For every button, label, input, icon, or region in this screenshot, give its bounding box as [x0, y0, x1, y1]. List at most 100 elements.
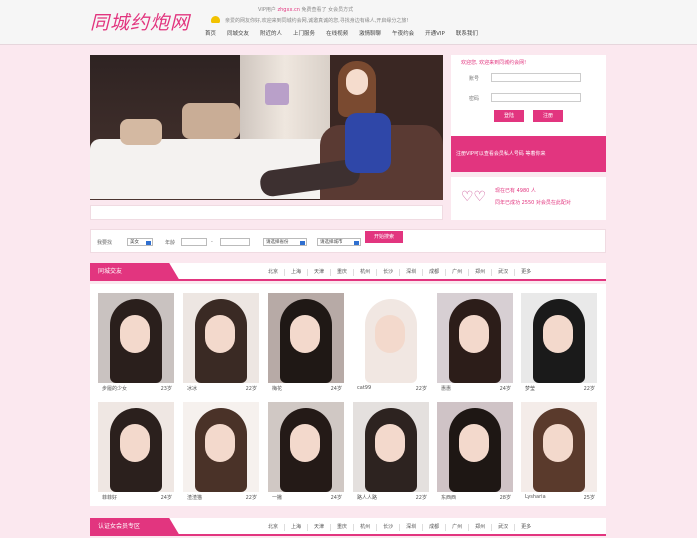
username-input[interactable] [491, 73, 581, 82]
member-photo-face [120, 315, 150, 353]
nav-home[interactable]: 首页 [202, 29, 224, 39]
nav-contact[interactable]: 联系我们 [453, 29, 486, 39]
member-photo-face [290, 315, 320, 353]
nav-visit-service[interactable]: 上门服务 [290, 29, 323, 39]
register-button[interactable]: 注册 [533, 110, 563, 122]
member-name[interactable]: 惠惠 [441, 385, 451, 392]
member-name[interactable]: 一撇 [272, 494, 282, 501]
stats-matched: 同年已成功 2550 对会员在此配对 [495, 200, 571, 206]
search-button[interactable]: 开始搜索 [365, 231, 403, 243]
member-photo[interactable] [353, 402, 429, 492]
banner-slideshow[interactable] [90, 55, 443, 200]
city-link[interactable]: 天津 [307, 524, 330, 531]
member-card[interactable]: cat99 22岁 [353, 293, 429, 394]
nav-nearby[interactable]: 附近的人 [257, 29, 290, 39]
city-link[interactable]: 武汉 [491, 524, 514, 531]
vip-promo-band[interactable]: 注册VIP可以查看会员私人号码 等着你来 [451, 136, 606, 172]
section-local-dating: 同城交友 北京 上海 天津 重庆 杭州 长沙 深圳 成都 广州 郑州 武汉 更多 [90, 263, 606, 281]
city-link[interactable]: 郑州 [468, 524, 491, 531]
member-photo[interactable] [437, 402, 513, 492]
nav-chat[interactable]: 激情聊聊 [356, 29, 389, 39]
member-name[interactable]: 冰冰 [187, 385, 197, 392]
member-photo[interactable] [437, 293, 513, 383]
city-link[interactable]: 北京 [262, 269, 284, 276]
member-photo[interactable] [521, 402, 597, 492]
member-name[interactable]: 东西西 [441, 494, 456, 501]
city-link[interactable]: 上海 [284, 269, 307, 276]
city-link[interactable]: 深圳 [399, 524, 422, 531]
city-link-more[interactable]: 更多 [514, 524, 537, 531]
member-card[interactable]: 路人人路 22岁 [353, 402, 429, 503]
city-link[interactable]: 长沙 [376, 524, 399, 531]
site-logo[interactable]: 同城约炮网 [90, 8, 190, 35]
member-age: 22岁 [415, 386, 427, 392]
province-select[interactable]: 请选择省份 [263, 238, 307, 246]
member-name[interactable]: 步履的少女 [102, 385, 127, 392]
member-photo[interactable] [353, 293, 429, 383]
member-card[interactable]: 梦莹 22岁 [521, 293, 597, 394]
member-photo-face [543, 315, 573, 353]
nav-local-dating[interactable]: 同城交友 [224, 29, 257, 39]
member-card[interactable]: 惠惠 24岁 [437, 293, 513, 394]
city-link[interactable]: 成都 [422, 524, 445, 531]
member-photo[interactable] [183, 402, 259, 492]
login-button[interactable]: 登陆 [494, 110, 524, 122]
nav-video[interactable]: 在线视频 [323, 29, 356, 39]
gender-select[interactable]: 美女 [127, 238, 153, 246]
member-card[interactable]: 东西西 28岁 [437, 402, 513, 503]
member-name[interactable]: 菲菲好 [102, 494, 117, 501]
member-photo[interactable] [183, 293, 259, 383]
nav-midnight[interactable]: 午夜约会 [389, 29, 422, 39]
section-verified-members: 认证女会员专区 北京 上海 天津 重庆 杭州 长沙 深圳 成都 广州 郑州 武汉… [90, 518, 606, 536]
member-card[interactable]: Lysharia 25岁 [521, 402, 597, 503]
member-card[interactable]: 冰冰 22岁 [183, 293, 259, 394]
password-input[interactable] [491, 93, 581, 102]
city-link[interactable]: 深圳 [399, 269, 422, 276]
city-link-more[interactable]: 更多 [514, 269, 537, 276]
member-name[interactable]: Lysharia [525, 494, 546, 500]
age-label: 年龄 [165, 240, 176, 246]
member-card[interactable]: 菲菲好 24岁 [98, 402, 174, 503]
city-link[interactable]: 广州 [445, 269, 468, 276]
main-nav: 首页 同城交友 附近的人 上门服务 在线视频 激情聊聊 午夜约会 开通VIP 联… [202, 29, 486, 39]
login-welcome: 欢迎您, 欢迎来到同城约会网! [461, 60, 527, 66]
member-photo[interactable] [98, 402, 174, 492]
member-name[interactable]: cat99 [357, 385, 371, 391]
member-photo[interactable] [268, 293, 344, 383]
age-max-input[interactable] [220, 238, 250, 246]
member-photo-face [205, 315, 235, 353]
city-link[interactable]: 重庆 [330, 269, 353, 276]
vip-promo-text: 注册VIP可以查看会员私人号码 等着你来 [456, 151, 546, 157]
city-link[interactable]: 杭州 [353, 524, 376, 531]
city-link[interactable]: 广州 [445, 524, 468, 531]
member-photo[interactable] [268, 402, 344, 492]
city-filter: 北京 上海 天津 重庆 杭州 长沙 深圳 成都 广州 郑州 武汉 更多 [262, 524, 537, 531]
age-min-input[interactable] [181, 238, 207, 246]
city-link[interactable]: 北京 [262, 524, 284, 531]
banner-lamp [265, 83, 289, 105]
member-photo[interactable] [98, 293, 174, 383]
city-filter: 北京 上海 天津 重庆 杭州 长沙 深圳 成都 广州 郑州 武汉 更多 [262, 269, 537, 276]
city-link[interactable]: 郑州 [468, 269, 491, 276]
member-name[interactable]: 梅花 [272, 385, 282, 392]
city-select[interactable]: 请选择城市 [317, 238, 361, 246]
section-title: 认证女会员专区 [90, 518, 180, 536]
notification-icon [211, 16, 220, 23]
city-link[interactable]: 成都 [422, 269, 445, 276]
member-name[interactable]: 梦莹 [525, 385, 535, 392]
member-card[interactable]: 渣渣猫 22岁 [183, 402, 259, 503]
city-link[interactable]: 武汉 [491, 269, 514, 276]
city-link[interactable]: 杭州 [353, 269, 376, 276]
nav-vip[interactable]: 开通VIP [422, 29, 453, 39]
member-card[interactable]: 一撇 24岁 [268, 402, 344, 503]
member-name[interactable]: 路人人路 [357, 494, 377, 501]
city-link[interactable]: 上海 [284, 524, 307, 531]
notice-prefix: VIP用户 [258, 7, 276, 13]
city-link[interactable]: 长沙 [376, 269, 399, 276]
member-card[interactable]: 梅花 24岁 [268, 293, 344, 394]
member-photo[interactable] [521, 293, 597, 383]
member-card[interactable]: 步履的少女 23岁 [98, 293, 174, 394]
member-name[interactable]: 渣渣猫 [187, 494, 202, 501]
city-link[interactable]: 天津 [307, 269, 330, 276]
city-link[interactable]: 重庆 [330, 524, 353, 531]
